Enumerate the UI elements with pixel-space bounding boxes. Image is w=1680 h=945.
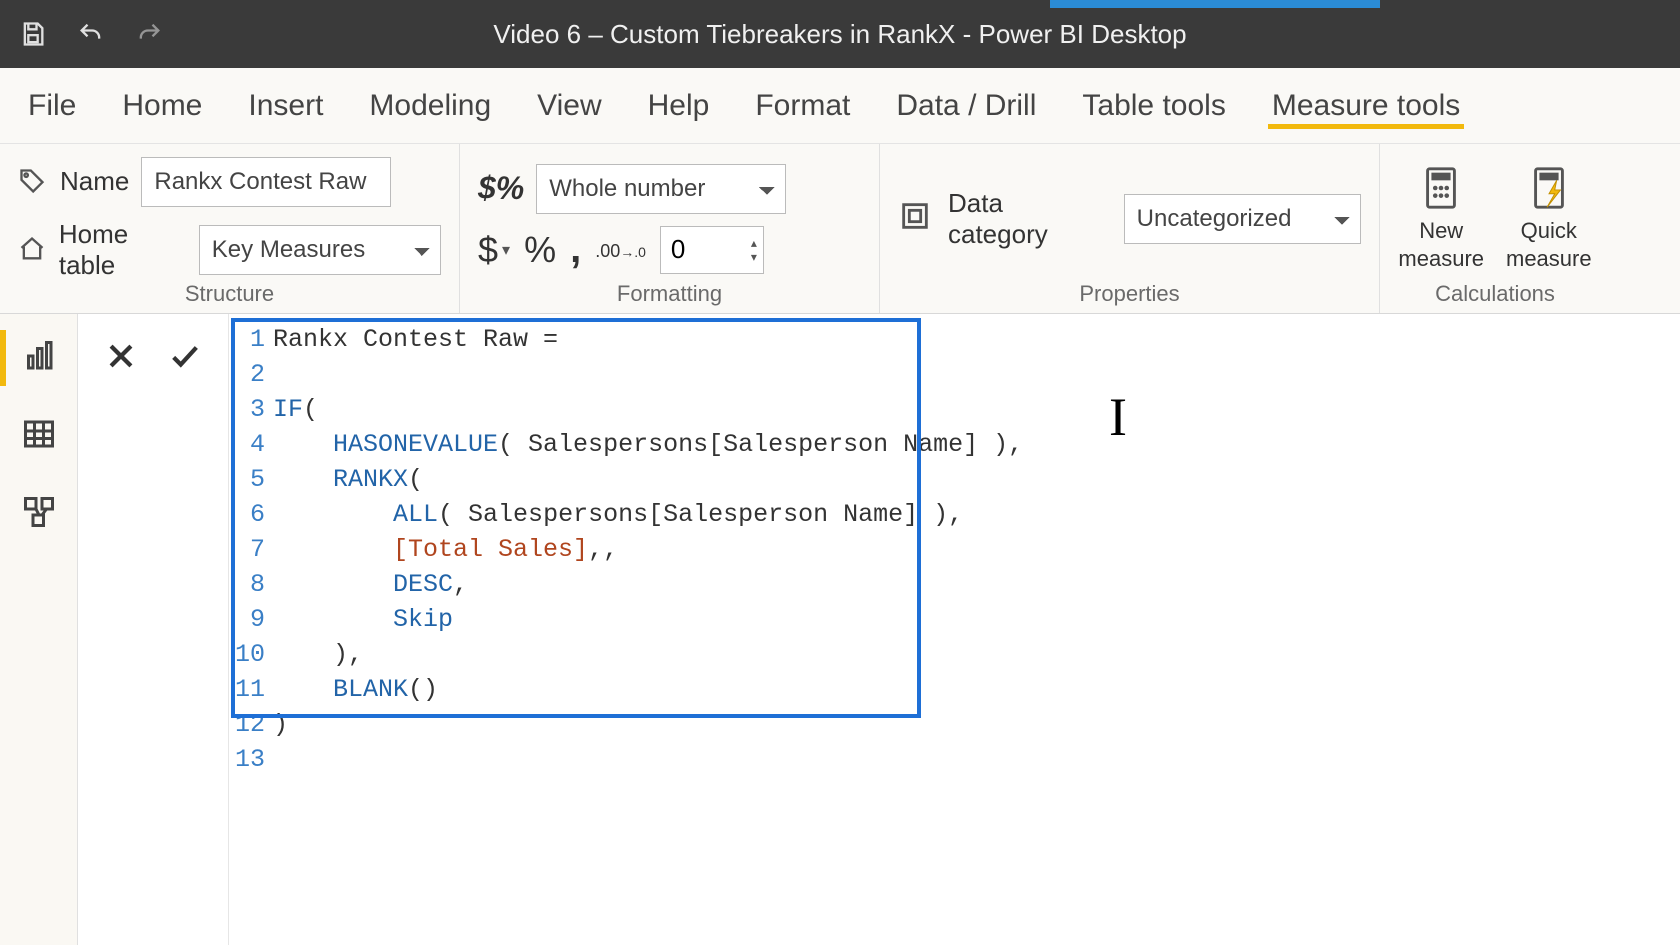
new-measure-button[interactable]: New measure: [1398, 165, 1484, 272]
new-measure-label: New measure: [1398, 217, 1484, 272]
decimal-places-spinner[interactable]: ▴▾: [660, 226, 764, 274]
structure-group-label: Structure: [18, 281, 441, 313]
properties-group-label: Properties: [898, 281, 1361, 313]
line-number: 4: [229, 427, 273, 462]
code-line[interactable]: 11 BLANK(): [229, 672, 1680, 707]
home-table-label: Home table: [59, 219, 187, 281]
line-number: 1: [229, 322, 273, 357]
format-icon: $%: [478, 170, 524, 207]
line-number: 10: [229, 637, 273, 672]
code-line[interactable]: 1Rankx Contest Raw =: [229, 322, 1680, 357]
code-line[interactable]: 2: [229, 357, 1680, 392]
line-code[interactable]: IF(: [273, 392, 318, 427]
save-icon[interactable]: [18, 19, 48, 49]
line-code[interactable]: ): [273, 707, 288, 742]
calculations-group-label: Calculations: [1398, 281, 1592, 313]
menu-item-table-tools[interactable]: Table tools: [1078, 83, 1229, 129]
menu-item-view[interactable]: View: [533, 83, 605, 129]
line-number: 12: [229, 707, 273, 742]
data-category-icon: [898, 199, 932, 238]
percent-button[interactable]: %: [524, 229, 556, 271]
tag-icon: [18, 167, 48, 197]
line-code[interactable]: HASONEVALUE( Salespersons[Salesperson Na…: [273, 427, 1023, 462]
line-code[interactable]: RANKX(: [273, 462, 423, 497]
menu-item-modeling[interactable]: Modeling: [365, 83, 495, 129]
line-number: 11: [229, 672, 273, 707]
code-line[interactable]: 5 RANKX(: [229, 462, 1680, 497]
formatting-group-label: Formatting: [478, 281, 861, 313]
formula-bar[interactable]: I 1Rankx Contest Raw =23IF(4 HASONEVALUE…: [228, 314, 1680, 945]
cancel-formula-button[interactable]: [99, 334, 143, 378]
line-number: 3: [229, 392, 273, 427]
format-select[interactable]: Whole number: [536, 164, 786, 214]
code-line[interactable]: 7 [Total Sales],,: [229, 532, 1680, 567]
data-view-button[interactable]: [15, 410, 63, 458]
line-number: 7: [229, 532, 273, 567]
report-view-button[interactable]: [15, 332, 63, 380]
data-category-select[interactable]: Uncategorized: [1124, 194, 1361, 244]
code-line[interactable]: 10 ),: [229, 637, 1680, 672]
workspace: I 1Rankx Contest Raw =23IF(4 HASONEVALUE…: [0, 314, 1680, 945]
line-number: 13: [229, 742, 273, 777]
code-line[interactable]: 13: [229, 742, 1680, 777]
line-code[interactable]: DESC,: [273, 567, 468, 602]
menu-bar: File Home Insert Modeling View Help Format Data…: [0, 68, 1680, 144]
line-number: 6: [229, 497, 273, 532]
code-line[interactable]: 3IF(: [229, 392, 1680, 427]
active-view-indicator: [0, 330, 6, 386]
cursor-caret-icon: I: [1109, 386, 1127, 448]
currency-button[interactable]: $▾: [478, 229, 510, 271]
menu-item-help[interactable]: Help: [644, 83, 714, 129]
line-number: 9: [229, 602, 273, 637]
line-number: 2: [229, 357, 273, 392]
code-line[interactable]: 4 HASONEVALUE( Salespersons[Salesperson …: [229, 427, 1680, 462]
redo-icon[interactable]: [134, 19, 164, 49]
line-code[interactable]: Rankx Contest Raw =: [273, 322, 558, 357]
model-view-button[interactable]: [15, 488, 63, 536]
view-strip: [0, 314, 78, 945]
code-line[interactable]: 8 DESC,: [229, 567, 1680, 602]
name-label: Name: [60, 166, 129, 197]
menu-item-home[interactable]: Home: [118, 83, 206, 129]
code-line[interactable]: 12): [229, 707, 1680, 742]
thousands-sep-button[interactable]: ,: [570, 227, 581, 272]
line-code[interactable]: [Total Sales],,: [273, 532, 618, 567]
undo-icon[interactable]: [76, 19, 106, 49]
code-line[interactable]: 6 ALL( Salespersons[Salesperson Name] ),: [229, 497, 1680, 532]
menu-item-data-drill[interactable]: Data / Drill: [892, 83, 1040, 129]
quick-measure-label: Quick measure: [1506, 217, 1592, 272]
menu-item-file[interactable]: File: [24, 83, 80, 129]
decimal-places-input[interactable]: [661, 234, 751, 265]
menu-item-insert[interactable]: Insert: [244, 83, 327, 129]
home-icon: [18, 235, 47, 265]
line-code[interactable]: ALL( Salespersons[Salesperson Name] ),: [273, 497, 963, 532]
line-code[interactable]: ),: [273, 637, 363, 672]
commit-formula-button[interactable]: [163, 334, 207, 378]
quick-measure-button[interactable]: Quick measure: [1506, 165, 1592, 272]
home-table-select[interactable]: Key Measures: [199, 225, 441, 275]
line-number: 8: [229, 567, 273, 602]
window-title: Video 6 – Custom Tiebreakers in RankX - …: [0, 19, 1680, 50]
code-line[interactable]: 9 Skip: [229, 602, 1680, 637]
decimal-shift-button[interactable]: .00→.0: [595, 236, 646, 264]
line-number: 5: [229, 462, 273, 497]
data-category-label: Data category: [948, 188, 1108, 250]
ribbon: Name Home table Key Measures Structure $…: [0, 144, 1680, 314]
menu-item-measure-tools[interactable]: Measure tools: [1268, 83, 1464, 129]
menu-item-format[interactable]: Format: [751, 83, 854, 129]
title-bar: Video 6 – Custom Tiebreakers in RankX - …: [0, 0, 1680, 68]
title-accent: [1050, 0, 1380, 8]
line-code[interactable]: Skip: [273, 602, 453, 637]
line-code[interactable]: BLANK(): [273, 672, 438, 707]
measure-name-input[interactable]: [141, 157, 391, 207]
formula-editor: I 1Rankx Contest Raw =23IF(4 HASONEVALUE…: [78, 314, 1680, 945]
